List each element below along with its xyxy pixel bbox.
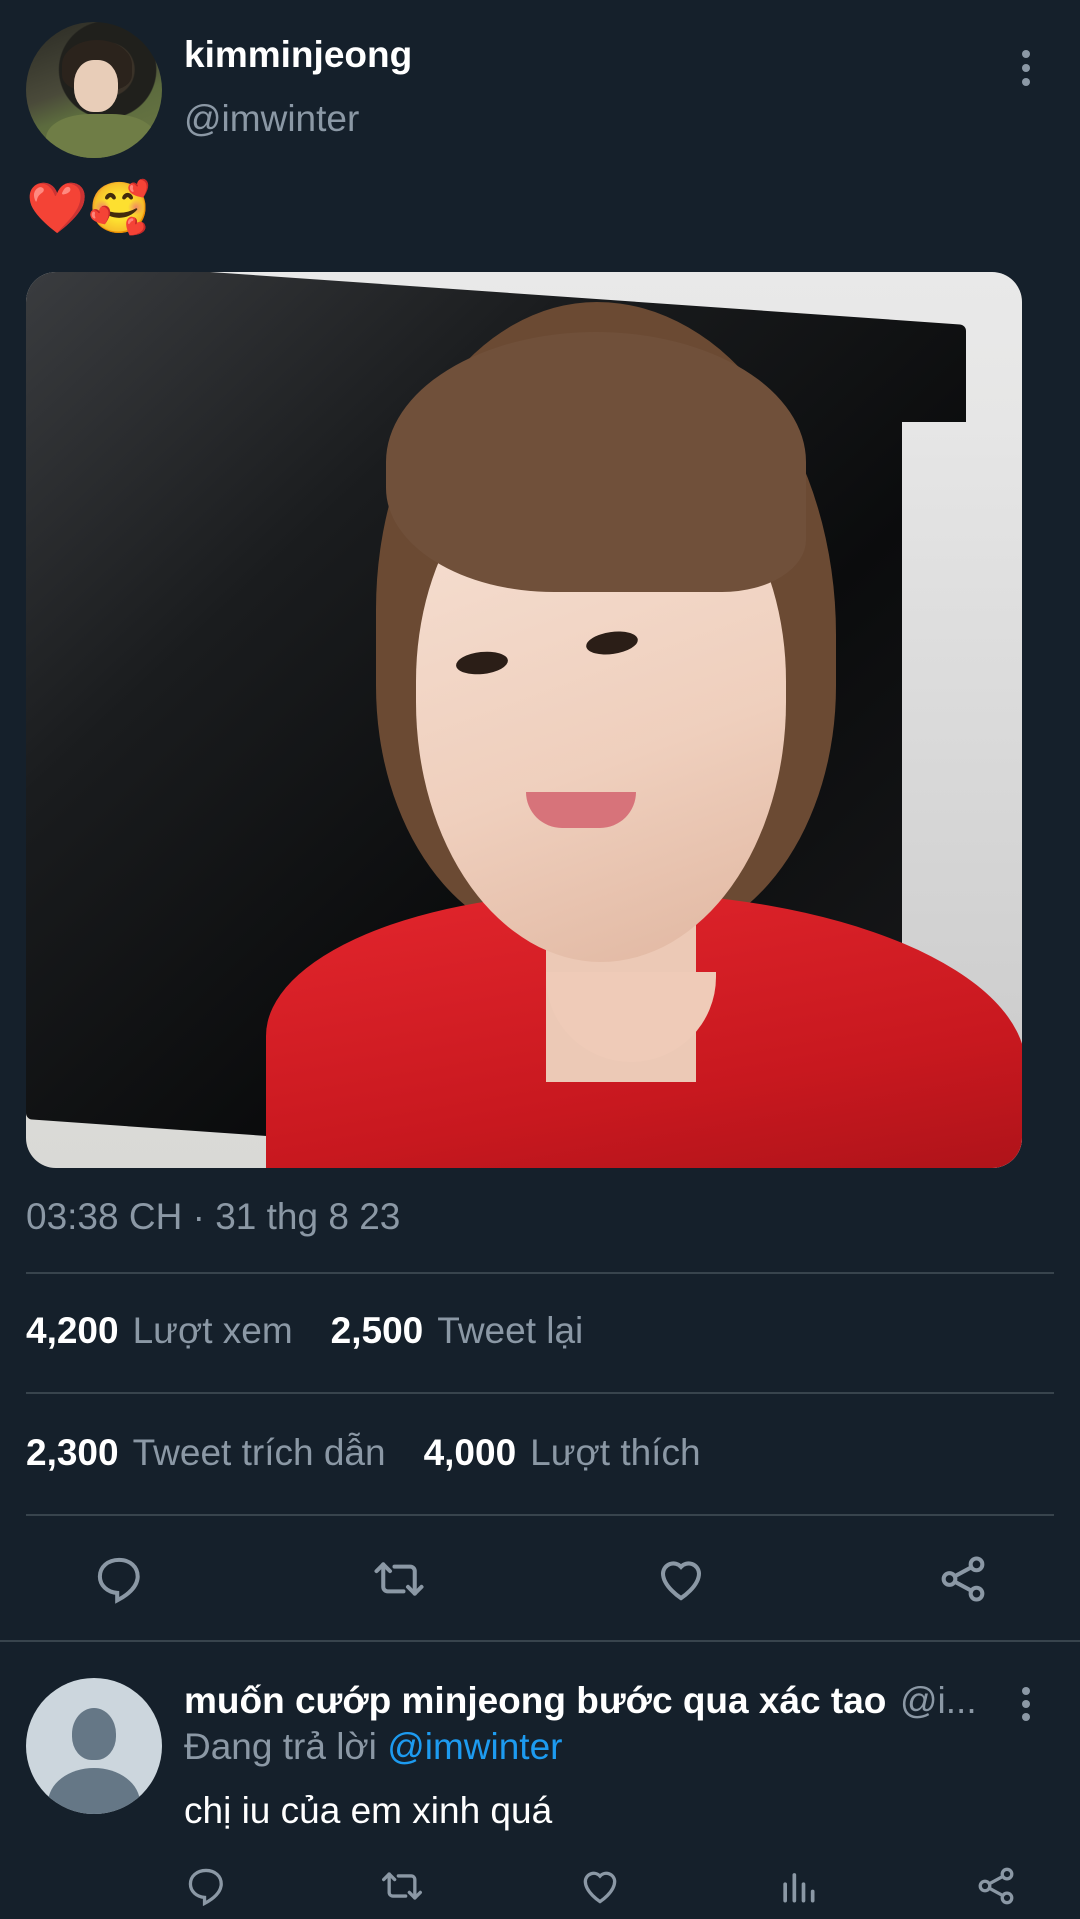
stats-row-1: 4,200 Lượt xem 2,500 Tweet lại — [26, 1310, 583, 1352]
reply-icon[interactable] — [184, 1864, 228, 1908]
like-icon[interactable] — [578, 1864, 622, 1908]
section-divider — [0, 1640, 1080, 1642]
share-icon[interactable] — [974, 1864, 1018, 1908]
tweet-detail: kimminjeong @imwinter ❤️🥰 03:38 CH · 31 … — [0, 0, 1080, 1640]
reply-display-name[interactable]: muốn cướp minjeong bước qua xác tao — [184, 1680, 886, 1722]
reply-handle[interactable]: @i... — [900, 1680, 980, 1722]
share-icon[interactable] — [936, 1552, 990, 1606]
reply-avatar[interactable] — [26, 1678, 162, 1814]
reply-actions — [0, 1864, 1080, 1914]
retweets-stat[interactable]: 2,500 Tweet lại — [331, 1310, 584, 1352]
author-avatar[interactable] — [26, 22, 162, 158]
retweet-icon[interactable] — [380, 1864, 424, 1908]
divider — [26, 1392, 1054, 1394]
divider — [26, 1272, 1054, 1274]
more-options-icon[interactable] — [1010, 46, 1042, 90]
like-icon[interactable] — [654, 1552, 708, 1606]
mention-link[interactable]: @imwinter — [387, 1726, 562, 1767]
retweet-icon[interactable] — [372, 1552, 426, 1606]
stats-row-2: 2,300 Tweet trích dẫn 4,000 Lượt thích — [26, 1432, 701, 1474]
tweet-actions — [0, 1540, 1080, 1610]
replying-to: Đang trả lời @imwinter — [184, 1726, 563, 1767]
views-stat[interactable]: 4,200 Lượt xem — [26, 1310, 293, 1352]
more-options-icon[interactable] — [1010, 1684, 1042, 1724]
reply-icon[interactable] — [92, 1552, 146, 1606]
divider — [26, 1514, 1054, 1516]
quote-tweets-stat[interactable]: 2,300 Tweet trích dẫn — [26, 1432, 386, 1474]
author-handle[interactable]: @imwinter — [184, 98, 359, 140]
reply-text: chị iu của em xinh quá — [184, 1790, 553, 1831]
likes-stat[interactable]: 4,000 Lượt thích — [424, 1432, 701, 1474]
reply-tweet[interactable]: muốn cướp minjeong bước qua xác tao @i..… — [0, 1644, 1080, 1919]
tweet-timestamp[interactable]: 03:38 CH · 31 thg 8 23 — [26, 1196, 400, 1238]
views-icon[interactable] — [776, 1864, 820, 1908]
tweet-photo[interactable] — [26, 272, 1022, 1168]
tweet-text: ❤️🥰 — [26, 180, 151, 236]
author-display-name[interactable]: kimminjeong — [184, 34, 412, 76]
